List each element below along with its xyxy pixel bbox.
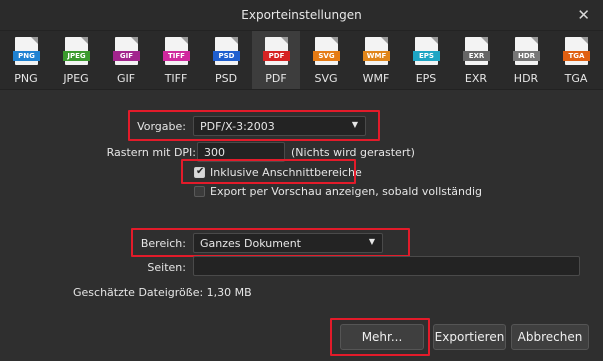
page-fold	[481, 37, 488, 44]
pages-input[interactable]	[193, 256, 580, 276]
page-fold	[331, 37, 338, 44]
svg-file-icon: SVG	[313, 37, 340, 65]
format-tab-label: TGA	[564, 72, 588, 85]
highlight-range	[131, 228, 410, 257]
format-tab-label: GIF	[116, 72, 136, 85]
wmf-file-icon: WMF	[363, 37, 390, 65]
format-tab-label: EXR	[464, 72, 488, 85]
format-tab-gif[interactable]: GIF GIF	[102, 31, 150, 89]
format-tag: EPS	[413, 51, 440, 61]
highlight-preset	[128, 110, 380, 141]
format-tab-hdr[interactable]: HDR HDR	[502, 31, 550, 89]
raster-dpi-value: 300	[204, 146, 225, 159]
highlight-bleed	[181, 159, 356, 184]
page-fold	[531, 37, 538, 44]
format-tag: GIF	[113, 51, 140, 61]
format-tab-label: PNG	[14, 72, 38, 85]
format-tab-psd[interactable]: PSD PSD	[202, 31, 250, 89]
format-tag: PNG	[13, 51, 40, 61]
psd-file-icon: PSD	[213, 37, 240, 65]
format-tab-tiff[interactable]: TIFF TIFF	[152, 31, 200, 89]
tiff-file-icon: TIFF	[163, 37, 190, 65]
format-tab-svg[interactable]: SVG SVG	[302, 31, 350, 89]
raster-note: (Nichts wird gerastert)	[291, 146, 415, 159]
page-fold	[131, 37, 138, 44]
eps-file-icon: EPS	[413, 37, 440, 65]
format-tab-jpeg[interactable]: JPEG JPEG	[52, 31, 100, 89]
estimated-filesize: Geschätzte Dateigröße: 1,30 MB	[73, 286, 252, 299]
format-tag: SVG	[313, 51, 340, 61]
raster-dpi-label: Rastern mit DPI:	[106, 146, 196, 159]
page-fold	[231, 37, 238, 44]
format-tab-label: SVG	[314, 72, 338, 85]
format-tag: WMF	[363, 51, 390, 61]
format-tab-label: PSD	[214, 72, 238, 85]
png-file-icon: PNG	[13, 37, 40, 65]
tga-file-icon: TGA	[563, 37, 590, 65]
format-tab-tga[interactable]: TGA TGA	[552, 31, 600, 89]
format-tab-png[interactable]: PNG PNG	[2, 31, 50, 89]
page-fold	[381, 37, 388, 44]
format-tab-label: TIFF	[164, 72, 188, 85]
pdf-file-icon: PDF	[263, 37, 290, 65]
page-fold	[281, 37, 288, 44]
format-tab-eps[interactable]: EPS EPS	[402, 31, 450, 89]
highlight-more	[330, 318, 430, 356]
preview-checkbox[interactable]	[194, 186, 205, 197]
format-tag: TIFF	[163, 51, 190, 61]
format-tag: JPEG	[63, 51, 90, 61]
page-fold	[581, 37, 588, 44]
format-tabbar: PNG PNG JPEG JPEG GIF GIF TIFF TIFF PSD PSD PDF PDF…	[0, 31, 603, 90]
format-tab-pdf[interactable]: PDF PDF	[252, 31, 300, 89]
preview-label: Export per Vorschau anzeigen, sobald vol…	[210, 185, 483, 198]
hdr-file-icon: HDR	[513, 37, 540, 65]
format-tag: EXR	[463, 51, 490, 61]
page-fold	[81, 37, 88, 44]
dialog-title: Exporteinstellungen	[241, 8, 362, 22]
format-tag: PDF	[263, 51, 290, 61]
pages-label: Seiten:	[147, 261, 186, 274]
jpeg-file-icon: JPEG	[63, 37, 90, 65]
close-icon[interactable]: ✕	[577, 6, 590, 24]
format-tag: TGA	[563, 51, 590, 61]
export-button[interactable]: Exportieren	[433, 324, 506, 350]
page-fold	[431, 37, 438, 44]
format-tab-exr[interactable]: EXR EXR	[452, 31, 500, 89]
format-tab-label: EPS	[415, 72, 437, 85]
page-fold	[31, 37, 38, 44]
exr-file-icon: EXR	[463, 37, 490, 65]
cancel-button[interactable]: Abbrechen	[511, 324, 589, 350]
format-tab-label: PDF	[265, 72, 287, 85]
format-tab-label: HDR	[513, 72, 539, 85]
title-bar: Exporteinstellungen ✕	[0, 0, 603, 31]
format-tag: HDR	[513, 51, 540, 61]
gif-file-icon: GIF	[113, 37, 140, 65]
format-tab-label: WMF	[362, 72, 390, 85]
page-fold	[181, 37, 188, 44]
format-tab-label: JPEG	[63, 72, 89, 85]
format-tag: PSD	[213, 51, 240, 61]
format-tab-wmf[interactable]: WMF WMF	[352, 31, 400, 89]
